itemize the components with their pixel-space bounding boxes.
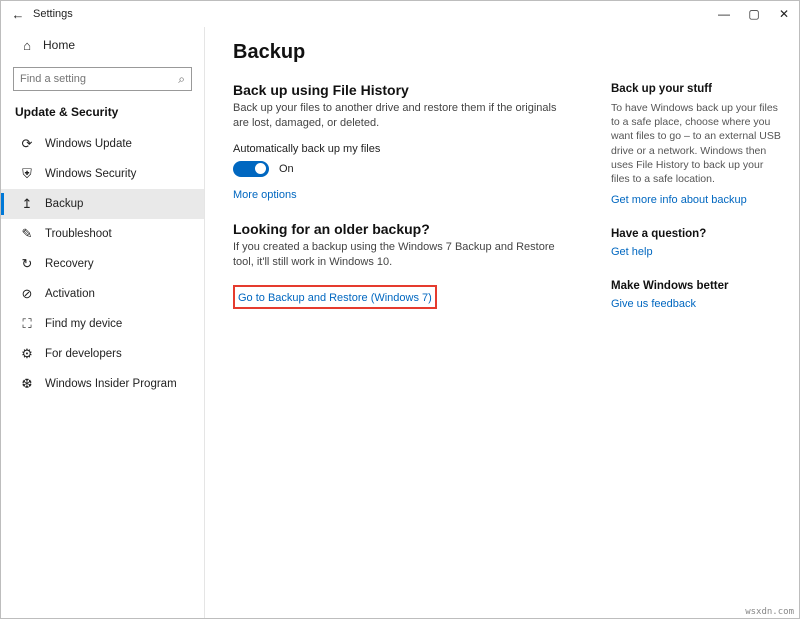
rail-feedback-link[interactable]: Give us feedback [611,298,696,310]
home-label: Home [43,38,75,52]
search-box[interactable]: ⌕ [13,67,192,91]
toggle-state: On [279,163,294,175]
rail-get-help-link[interactable]: Get help [611,246,653,258]
sidebar-item-troubleshoot[interactable]: ✎Troubleshoot [1,219,204,249]
dev-icon: ⚙ [19,346,35,362]
maximize-button[interactable]: ▢ [739,1,769,27]
backup-restore-win7-link[interactable]: Go to Backup and Restore (Windows 7) [238,292,432,304]
rail-backup-link[interactable]: Get more info about backup [611,194,747,206]
auto-backup-toggle[interactable] [233,161,269,177]
search-input[interactable] [20,73,178,85]
back-button[interactable]: ← [7,7,29,22]
older-backup-heading: Looking for an older backup? [233,221,611,237]
sidebar-item-for-developers[interactable]: ⚙For developers [1,339,204,369]
rail-backup-heading: Back up your stuff [611,83,781,95]
sidebar: ⌂ Home ⌕ Update & Security ⟳Windows Upda… [1,27,205,618]
window-title: Settings [33,8,73,20]
close-button[interactable]: ✕ [769,1,799,27]
older-backup-desc: If you created a backup using the Window… [233,240,573,270]
sidebar-item-windows-security[interactable]: ⛨Windows Security [1,159,204,189]
file-history-desc: Back up your files to another drive and … [233,101,573,131]
sidebar-home[interactable]: ⌂ Home [1,31,204,59]
watermark: wsxdn.com [745,607,794,617]
find-icon: ⛶ [19,316,35,332]
rail-question-heading: Have a question? [611,228,781,240]
home-icon: ⌂ [19,38,35,53]
sidebar-item-find-my-device[interactable]: ⛶Find my device [1,309,204,339]
right-rail: Back up your stuff To have Windows back … [611,41,781,618]
history-icon: ↻ [19,256,35,272]
page-title: Backup [233,41,611,64]
search-icon: ⌕ [178,72,185,87]
sidebar-item-windows-insider[interactable]: ❆Windows Insider Program [1,369,204,399]
sidebar-category: Update & Security [1,101,204,129]
rail-backup-text: To have Windows back up your files to a … [611,101,781,186]
more-options-link[interactable]: More options [233,189,297,201]
minimize-button[interactable]: — [709,1,739,27]
insider-icon: ❆ [19,376,35,392]
shield-icon: ⛨ [19,166,35,182]
wrench-icon: ✎ [19,226,35,242]
check-icon: ⊘ [19,286,35,302]
file-history-heading: Back up using File History [233,82,611,98]
highlight-box: Go to Backup and Restore (Windows 7) [233,285,437,309]
backup-icon: ↥ [19,196,35,212]
rail-feedback-heading: Make Windows better [611,280,781,292]
titlebar: ← Settings — ▢ ✕ [1,1,799,27]
sidebar-item-windows-update[interactable]: ⟳Windows Update [1,129,204,159]
sync-icon: ⟳ [19,136,35,152]
main-content: Backup Back up using File History Back u… [233,41,611,618]
auto-backup-label: Automatically back up my files [233,143,611,155]
sidebar-item-recovery[interactable]: ↻Recovery [1,249,204,279]
sidebar-item-backup[interactable]: ↥Backup [1,189,204,219]
sidebar-item-activation[interactable]: ⊘Activation [1,279,204,309]
